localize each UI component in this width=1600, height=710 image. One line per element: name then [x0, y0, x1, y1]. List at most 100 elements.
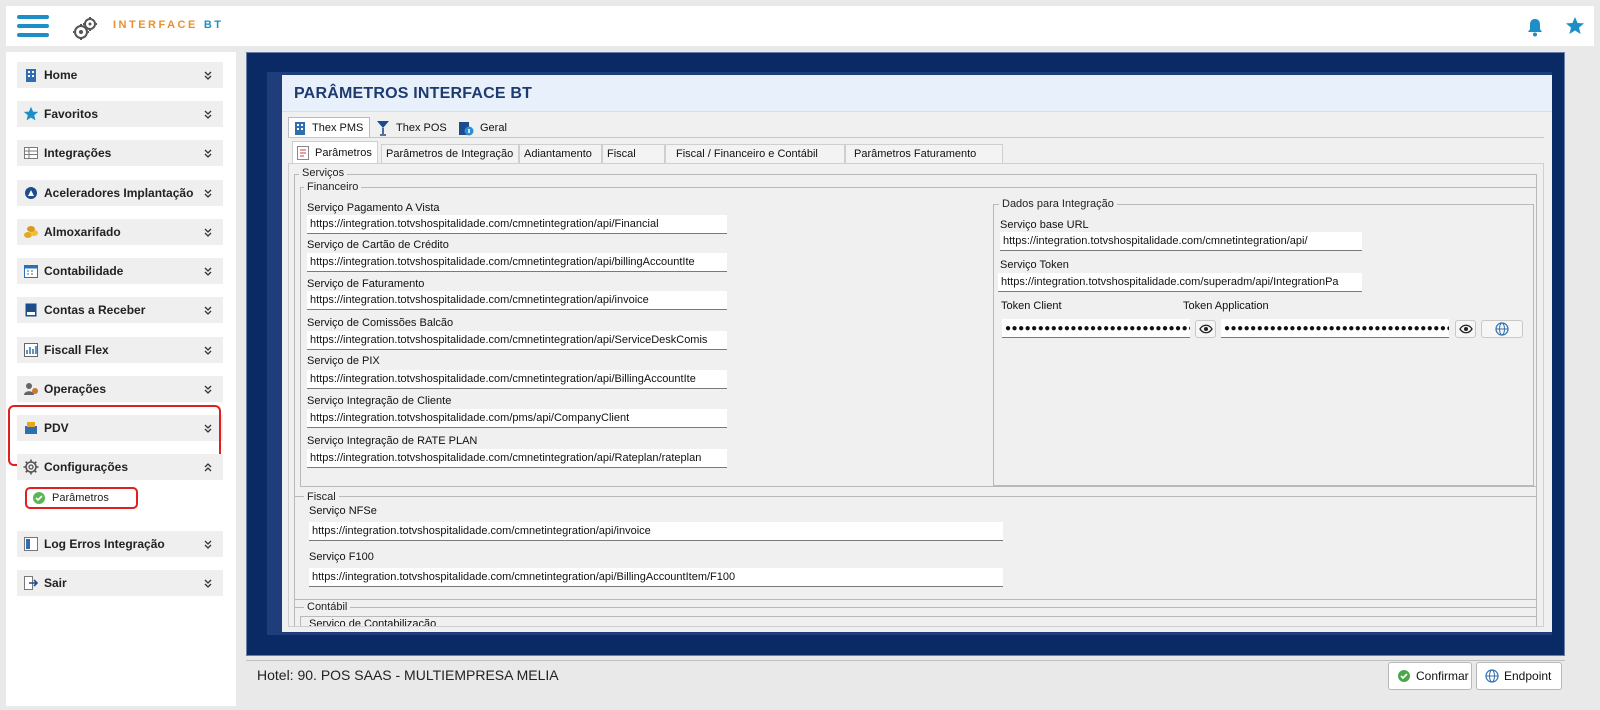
- app-brand: INTERFACE BT: [113, 19, 224, 31]
- chevron-down-icon: [204, 540, 212, 549]
- field-label: Serviço Token: [1000, 259, 1069, 271]
- subtab-adiantamento[interactable]: Adiantamento: [519, 144, 602, 163]
- tab-thex-pos[interactable]: Thex POS: [374, 118, 454, 138]
- group-legend-dados-integracao: Dados para Integração: [999, 198, 1117, 210]
- subtab-label: Parâmetros Faturamento: [854, 148, 977, 160]
- sidebar-item-integracoes[interactable]: Integrações: [17, 140, 223, 166]
- sidebar-item-operacoes[interactable]: Operações: [17, 376, 223, 402]
- field-label: Serviço de Cartão de Crédito: [307, 239, 449, 251]
- field-label: Serviço F100: [309, 551, 374, 563]
- subtab-label: Parâmetros: [315, 146, 372, 159]
- show-token-application-button[interactable]: [1455, 320, 1476, 338]
- sidebar-item-label: Almoxarifado: [44, 225, 121, 239]
- cocktail-icon: [377, 121, 389, 136]
- tab-divider: [288, 137, 1544, 138]
- pix-input[interactable]: https://integration.totvshospitalidade.c…: [307, 370, 727, 389]
- bell-icon[interactable]: [1526, 17, 1544, 37]
- sidebar-item-contas-receber[interactable]: Contas a Receber: [17, 297, 223, 323]
- base-url-input[interactable]: https://integration.totvshospitalidade.c…: [1000, 232, 1362, 251]
- document-icon: [297, 145, 309, 160]
- endpoint-button[interactable]: Endpoint: [1476, 662, 1562, 690]
- tab-label: Geral: [480, 122, 507, 134]
- field-label: Serviço base URL: [1000, 219, 1089, 231]
- chevron-down-icon: [204, 110, 212, 119]
- token-service-input[interactable]: https://integration.totvshospitalidade.c…: [998, 273, 1362, 292]
- subtab-parametros[interactable]: Parâmetros: [292, 141, 378, 163]
- sidebar-item-label: Fiscall Flex: [44, 343, 109, 357]
- page-title: PARÂMETROS INTERFACE BT: [294, 85, 533, 102]
- comissoes-balcao-input[interactable]: https://integration.totvshospitalidade.c…: [307, 331, 727, 350]
- endpoint-label: Endpoint: [1504, 669, 1552, 683]
- field-label: Serviço Pagamento A Vista: [307, 202, 440, 214]
- chart-icon: [23, 342, 39, 358]
- rocket-icon: [23, 185, 39, 201]
- pagamento-vista-input[interactable]: https://integration.totvshospitalidade.c…: [307, 215, 727, 234]
- sidebar-item-home[interactable]: Home: [17, 62, 223, 88]
- subtab-parametros-faturamento[interactable]: Parâmetros Faturamento: [845, 144, 1003, 163]
- sidebar-item-sair[interactable]: Sair: [17, 570, 223, 596]
- field-label: Serviço Integração de Cliente: [307, 395, 452, 407]
- confirm-button[interactable]: Confirmar: [1388, 662, 1472, 690]
- token-application-input[interactable]: ●●●●●●●●●●●●●●●●●●●●●●●●●●●●●●●●●●●●●●●●…: [1221, 319, 1449, 338]
- sidebar-item-label: Contas a Receber: [44, 303, 146, 317]
- integracao-cliente-input[interactable]: https://integration.totvshospitalidade.c…: [307, 409, 727, 428]
- tab-thex-pms[interactable]: Thex PMS: [288, 117, 370, 137]
- chevron-down-icon: [204, 346, 212, 355]
- gear-icon: [23, 459, 39, 475]
- subtab-fiscal[interactable]: Fiscal: [602, 144, 665, 163]
- sidebar-item-label: Contabilidade: [44, 264, 124, 278]
- confirm-label: Confirmar: [1416, 669, 1469, 683]
- calendar-icon: [23, 263, 39, 279]
- f100-input[interactable]: https://integration.totvshospitalidade.c…: [309, 568, 1003, 587]
- subtab-label: Fiscal / Financeiro e Contábil: [676, 148, 818, 160]
- sidebar-item-log-erros[interactable]: Log Erros Integração: [17, 531, 223, 557]
- faturamento-input[interactable]: https://integration.totvshospitalidade.c…: [307, 291, 727, 310]
- sidebar-subitem-parametros[interactable]: Parâmetros: [25, 487, 138, 509]
- users-icon: [23, 381, 39, 397]
- sidebar-item-fiscall-flex[interactable]: Fiscall Flex: [17, 337, 223, 363]
- rate-plan-input[interactable]: https://integration.totvshospitalidade.c…: [307, 449, 727, 468]
- sidebar-item-label: Integrações: [44, 146, 112, 160]
- sidebar-subitem-label: Parâmetros: [52, 492, 109, 504]
- group-contabil-inner: [300, 616, 1537, 626]
- field-label: Serviço de Comissões Balcão: [307, 317, 454, 329]
- hotel-status: Hotel: 90. POS SAAS - MULTIEMPRESA MELIA: [257, 667, 559, 683]
- group-legend-fiscal: Fiscal: [304, 491, 339, 503]
- field-label: Serviço de Faturamento: [307, 278, 425, 290]
- show-token-client-button[interactable]: [1195, 320, 1216, 338]
- sidebar-item-aceleradores[interactable]: Aceleradores Implantação: [17, 180, 223, 206]
- chevron-down-icon: [204, 267, 212, 276]
- subtab-parametros-integracao[interactable]: Parâmetros de Integração: [381, 144, 519, 163]
- form-title-bar: PARÂMETROS INTERFACE BT: [282, 75, 1552, 112]
- chevron-down-icon: [204, 71, 212, 80]
- test-connection-button[interactable]: [1481, 320, 1523, 338]
- sidebar-item-configuracoes[interactable]: Configurações: [17, 454, 223, 480]
- nfse-input[interactable]: https://integration.totvshospitalidade.c…: [309, 522, 1003, 541]
- hamburger-icon[interactable]: [17, 13, 49, 39]
- eye-icon: [1198, 324, 1213, 334]
- group-legend-servicos: Serviços: [299, 167, 348, 179]
- chevron-down-icon: [204, 228, 212, 237]
- sidebar-item-label: Operações: [44, 382, 107, 396]
- gears-icon: [73, 17, 97, 40]
- sidebar-item-favoritos[interactable]: Favoritos: [17, 101, 223, 127]
- field-label: Token Application: [1183, 300, 1269, 312]
- sidebar-item-label: Aceleradores Implantação: [44, 186, 194, 200]
- group-legend-contabil: Contábil: [304, 601, 351, 613]
- star-icon[interactable]: [1565, 16, 1585, 36]
- token-client-input[interactable]: ●●●●●●●●●●●●●●●●●●●●●●●●●●●●●●●●●●●●: [1002, 319, 1190, 338]
- tab-label: Thex PMS: [312, 121, 364, 134]
- subtab-fiscal-financeiro-contabil[interactable]: Fiscal / Financeiro e Contábil: [665, 144, 845, 163]
- sidebar-item-contabilidade[interactable]: Contabilidade: [17, 258, 223, 284]
- document-icon: [23, 302, 39, 318]
- cartao-credito-input[interactable]: https://integration.totvshospitalidade.c…: [307, 253, 727, 272]
- sidebar-item-almoxarifado[interactable]: Almoxarifado: [17, 219, 223, 245]
- subtab-label: Adiantamento: [524, 148, 592, 160]
- tab-label: Thex POS: [396, 122, 447, 134]
- tab-geral[interactable]: Geral: [458, 118, 518, 138]
- globe-icon: [1485, 669, 1499, 683]
- subtab-label: Parâmetros de Integração: [386, 148, 514, 160]
- building-icon: [23, 67, 39, 83]
- info-doc-icon: [459, 122, 474, 136]
- check-circle-icon: [1398, 670, 1410, 682]
